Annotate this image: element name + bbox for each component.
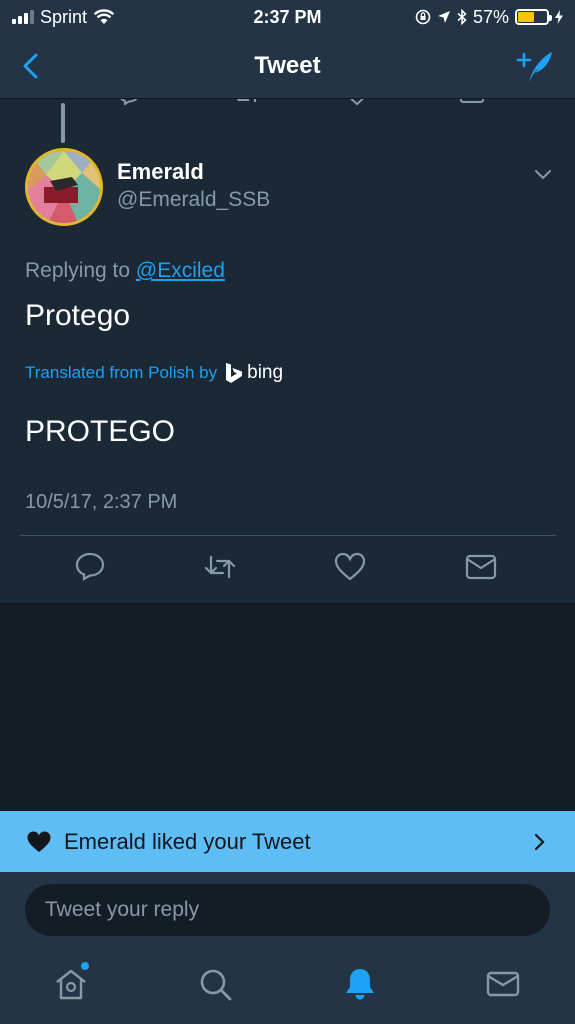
avatar-image: [28, 151, 100, 223]
nav-bar: Tweet: [0, 34, 575, 98]
charging-icon: [555, 10, 563, 24]
carrier-label: Sprint: [40, 6, 88, 27]
author-name[interactable]: Emerald: [117, 159, 204, 185]
page-title: Tweet: [254, 52, 321, 79]
wifi-icon: [93, 9, 115, 24]
previous-reply-count: 1: [142, 99, 151, 104]
tweet-detail: 1 1 Emerald @Emerald_SSB: [0, 99, 575, 603]
reply-icon[interactable]: [74, 551, 106, 583]
signal-icon: [12, 10, 34, 24]
battery-icon: [515, 9, 552, 25]
thread-connector-line: [61, 103, 65, 143]
previous-like-count: 1: [370, 99, 379, 104]
replying-to-handle-link[interactable]: @Exciled: [136, 259, 225, 282]
orientation-lock-icon: [415, 9, 431, 25]
empty-space: [0, 604, 575, 811]
avatar[interactable]: [25, 148, 103, 226]
reply-icon[interactable]: [118, 99, 140, 105]
compose-tweet-icon[interactable]: [515, 46, 555, 86]
notification-banner[interactable]: Emerald liked your Tweet: [0, 811, 575, 872]
battery-percent: 57%: [472, 6, 509, 27]
new-content-dot: [81, 962, 89, 970]
author-handle[interactable]: @Emerald_SSB: [117, 188, 270, 212]
notification-text: Emerald liked your Tweet: [64, 828, 311, 854]
translated-text: PROTEGO: [25, 415, 176, 448]
replying-to: Replying to @Exciled: [25, 259, 225, 283]
previous-tweet-actions: 1 1: [0, 99, 575, 115]
reply-bar: Tweet your reply: [0, 872, 575, 948]
reply-input[interactable]: Tweet your reply: [25, 884, 550, 936]
bluetooth-icon: [457, 9, 467, 25]
direct-message-icon[interactable]: [465, 551, 497, 583]
status-bar: Sprint 2:37 PM 57%: [0, 0, 575, 34]
like-icon[interactable]: [334, 551, 366, 583]
status-time: 2:37 PM: [253, 6, 322, 27]
search-icon[interactable]: [197, 966, 233, 1002]
chevron-down-icon[interactable]: [532, 163, 554, 185]
tab-bar: [0, 948, 575, 1024]
replying-to-label: Replying to: [25, 259, 131, 282]
bing-icon: [226, 363, 243, 383]
translation-service: bing: [247, 362, 284, 383]
retweet-icon[interactable]: [234, 99, 260, 105]
home-icon[interactable]: [53, 966, 89, 1002]
messages-icon[interactable]: [485, 966, 521, 1002]
heart-icon: [27, 831, 51, 852]
translation-label: Translated from Polish by: [25, 363, 218, 382]
translation-attribution: Translated from Polish by bing: [25, 362, 283, 384]
like-icon[interactable]: [346, 99, 368, 105]
retweet-icon[interactable]: [204, 551, 236, 583]
chevron-right-icon[interactable]: [529, 831, 549, 853]
tweet-action-bar: [0, 551, 575, 587]
back-chevron-icon[interactable]: [16, 50, 48, 82]
location-icon: [437, 11, 450, 23]
message-icon[interactable]: [460, 99, 484, 103]
bing-logo: bing: [225, 362, 283, 384]
divider: [20, 535, 556, 536]
notifications-bell-icon[interactable]: [342, 966, 378, 1002]
tweet-timestamp: 10/5/17, 2:37 PM: [25, 491, 178, 513]
tweet-text: Protego: [25, 299, 131, 332]
